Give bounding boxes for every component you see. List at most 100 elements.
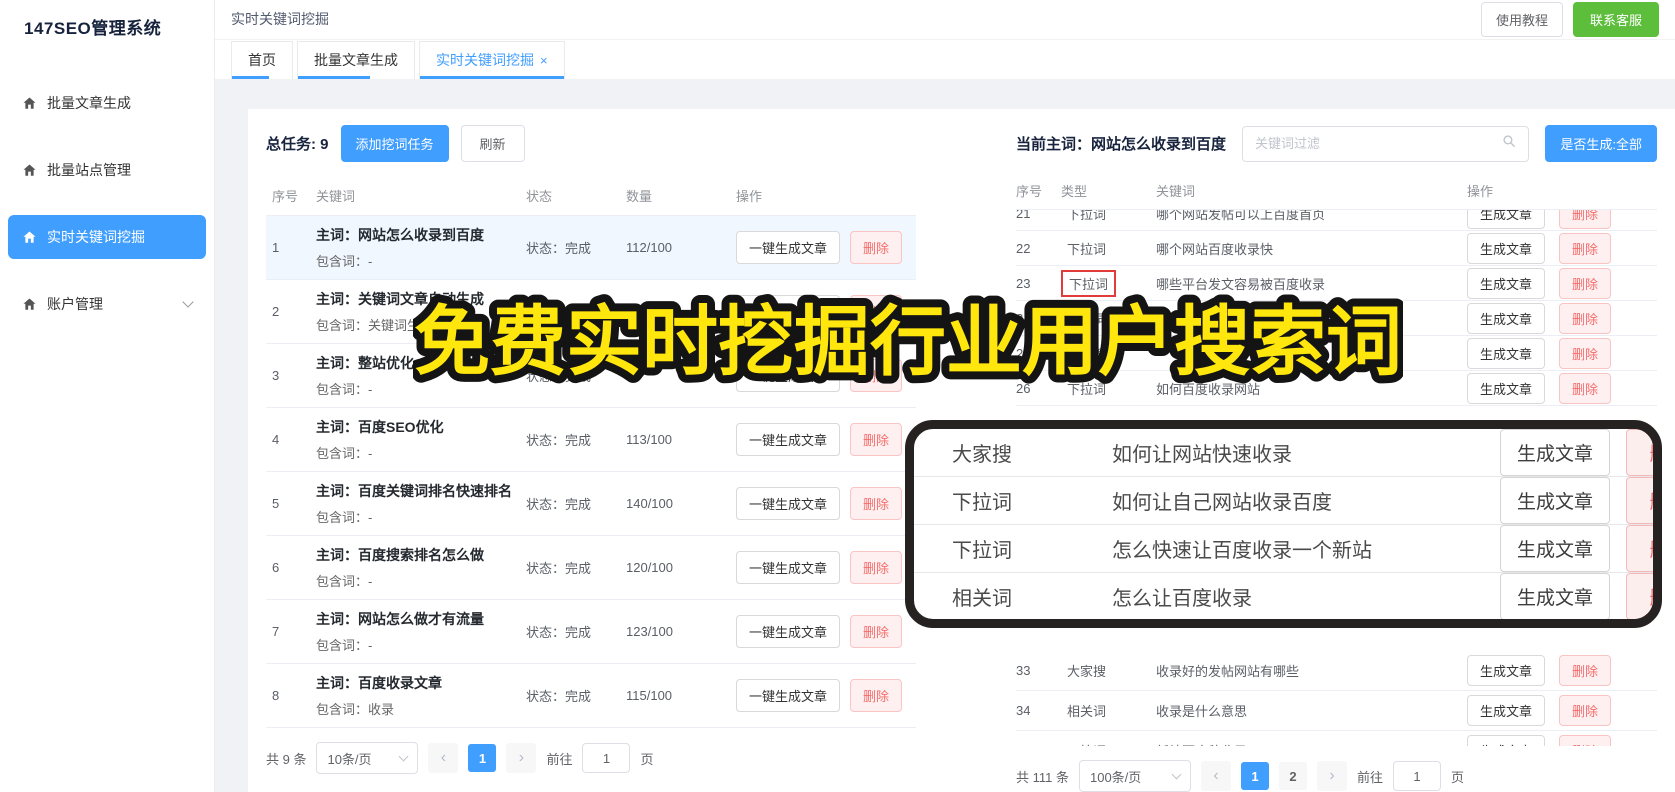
delete-button[interactable]: 删除 — [850, 679, 903, 712]
tab[interactable]: 批量文章生成 — [297, 41, 415, 79]
row-number: 24 — [1016, 310, 1031, 326]
generate-article-button[interactable]: 生成文章 — [1467, 655, 1546, 686]
generate-article-button[interactable]: 生成文章 — [1499, 429, 1610, 476]
app-title: 147SEO管理系统 — [24, 19, 162, 38]
generate-article-button[interactable]: 一键生成文章 — [736, 295, 841, 328]
delete-button[interactable]: 删除 — [1626, 429, 1653, 476]
row-keyword-cell: 主词：百度收录文章 包含词：收录 — [316, 673, 526, 718]
delete-button[interactable]: 删除 — [1559, 655, 1612, 686]
row-count: 100/100 — [626, 304, 673, 319]
row-main-keyword: 主词：网站怎么收录到百度 — [316, 227, 484, 243]
page-size-select[interactable]: 100条/页 — [1078, 760, 1191, 792]
generate-article-button[interactable]: 生成文章 — [1467, 372, 1546, 404]
table-row: 35 下拉词 新站百度秒收录 生成文章 删除 — [1016, 731, 1657, 746]
page-unit-label: 页 — [640, 751, 654, 767]
delete-button[interactable]: 删除 — [1626, 525, 1653, 572]
generate-article-button[interactable]: 生成文章 — [1467, 267, 1546, 299]
prev-page-button[interactable]: ‹ — [1200, 761, 1231, 791]
generate-article-button[interactable]: 一键生成文章 — [736, 679, 841, 712]
delete-button[interactable]: 删除 — [850, 615, 903, 648]
row-status: 状态：完成 — [526, 625, 592, 640]
table-row: 6 主词：百度搜索排名怎么做 包含词：- 状态：完成 120/100 一键生成文… — [266, 536, 916, 600]
delete-button[interactable]: 删除 — [850, 359, 903, 392]
prev-page-button[interactable]: ‹ — [428, 743, 459, 773]
generate-article-button[interactable]: 生成文章 — [1467, 695, 1546, 726]
row-number: 3 — [272, 368, 280, 383]
row-number: 2 — [272, 304, 280, 319]
delete-button[interactable]: 删除 — [1559, 372, 1612, 404]
delete-button[interactable]: 删除 — [850, 487, 903, 520]
row-number: 33 — [1016, 663, 1031, 678]
sidebar-item[interactable]: 批量文章生成 — [8, 81, 206, 125]
search-icon — [1502, 134, 1516, 153]
tab[interactable]: 首页 — [231, 41, 293, 79]
tutorial-button[interactable]: 使用教程 — [1480, 1, 1563, 37]
keyword-filter-input[interactable] — [1255, 136, 1495, 151]
delete-button[interactable]: 删除 — [1626, 573, 1653, 619]
next-page-button[interactable]: › — [506, 743, 537, 773]
generate-article-button[interactable]: 生成文章 — [1467, 302, 1546, 334]
sidebar-item-label: 批量文章生成 — [47, 95, 131, 111]
goto-page-input[interactable] — [1393, 761, 1441, 791]
page-number-button[interactable]: 2 — [1278, 762, 1307, 790]
delete-button[interactable]: 删除 — [850, 295, 903, 328]
generate-article-button[interactable]: 生成文章 — [1467, 337, 1546, 369]
delete-button[interactable]: 删除 — [850, 551, 903, 584]
sidebar-item[interactable]: 实时关键词挖掘 — [8, 215, 206, 259]
generate-article-button[interactable]: 生成文章 — [1467, 232, 1546, 264]
delete-button[interactable]: 删除 — [850, 423, 903, 456]
page-size-select[interactable]: 10条/页 — [316, 742, 419, 774]
generate-article-button[interactable]: 一键生成文章 — [736, 551, 841, 584]
delete-button[interactable]: 删除 — [1559, 735, 1612, 746]
table-row: 8 主词：百度收录文章 包含词：收录 状态：完成 115/100 一键生成文章 … — [266, 664, 916, 728]
generate-article-button[interactable]: 生成文章 — [1499, 525, 1610, 572]
table-row: 34 相关词 收录是什么意思 生成文章 删除 — [1016, 691, 1657, 731]
goto-page-input[interactable] — [582, 743, 631, 773]
generate-article-button[interactable]: 一键生成文章 — [736, 615, 841, 648]
inset-row-type: 下拉词 — [952, 540, 1012, 562]
page-number-button[interactable]: 1 — [1240, 762, 1269, 790]
close-icon[interactable]: × — [540, 54, 548, 67]
row-actions: 生成文章 删除 — [1467, 267, 1657, 299]
delete-button[interactable]: 删除 — [1559, 302, 1612, 334]
generate-article-button[interactable]: 一键生成文章 — [736, 231, 841, 264]
delete-button[interactable]: 删除 — [1559, 695, 1612, 726]
contact-support-button[interactable]: 联系客服 — [1572, 1, 1659, 37]
next-page-button[interactable]: › — [1316, 761, 1347, 791]
row-main-keyword: 主词：网站怎么做才有流量 — [316, 611, 484, 627]
delete-button[interactable]: 删除 — [1559, 337, 1612, 369]
chevron-down-icon — [182, 296, 194, 308]
generate-article-button[interactable]: 生成文章 — [1467, 210, 1546, 229]
generate-article-button[interactable]: 生成文章 — [1499, 477, 1610, 524]
page-number-button[interactable]: 1 — [468, 744, 497, 772]
row-keyword-cell: 主词：百度搜索排名怎么做 包含词：- — [316, 545, 526, 590]
row-type-cell: 下拉词 — [1061, 307, 1156, 330]
delete-button[interactable]: 删除 — [850, 231, 903, 264]
generate-state-filter-button[interactable]: 是否生成:全部 — [1545, 125, 1657, 162]
delete-button[interactable]: 删除 — [1559, 267, 1612, 299]
add-task-button[interactable]: 添加挖词任务 — [340, 125, 449, 162]
delete-button[interactable]: 删除 — [1559, 232, 1612, 264]
generate-article-button[interactable]: 一键生成文章 — [736, 423, 841, 456]
delete-button[interactable]: 删除 — [1626, 477, 1653, 524]
column-no: 序号 — [1016, 184, 1043, 199]
home-icon — [22, 96, 37, 111]
inset-row: 相关词 怎么让百度收录 生成文章 删除 — [914, 573, 1653, 619]
home-icon — [22, 297, 37, 312]
delete-button[interactable]: 删除 — [1559, 210, 1612, 229]
generate-article-button[interactable]: 生成文章 — [1499, 573, 1610, 619]
generate-article-button[interactable]: 一键生成文章 — [736, 487, 841, 520]
tasks-panel-header: 总任务: 9 添加挖词任务 刷新 — [266, 125, 916, 162]
refresh-button[interactable]: 刷新 — [460, 125, 525, 162]
row-number: 35 — [1016, 743, 1061, 746]
sidebar-item[interactable]: 批量站点管理 — [8, 148, 206, 192]
generate-article-button[interactable]: 一键生成文章 — [736, 359, 841, 392]
row-number: 6 — [272, 560, 280, 575]
sidebar-item[interactable]: 账户管理 — [8, 282, 206, 326]
tab[interactable]: 实时关键词挖掘 × — [419, 41, 565, 79]
row-type-cell: 相关词 — [1061, 699, 1156, 722]
row-include-words: 包含词：关键词生成 — [316, 318, 434, 333]
table-row: 1 主词：网站怎么收录到百度 包含词：- 状态：完成 112/100 一键生成文… — [266, 216, 916, 280]
sidebar-menu: 批量文章生成 批量站点管理 实时关键词挖掘 账户管理 — [0, 81, 214, 326]
generate-article-button[interactable]: 生成文章 — [1467, 735, 1546, 746]
